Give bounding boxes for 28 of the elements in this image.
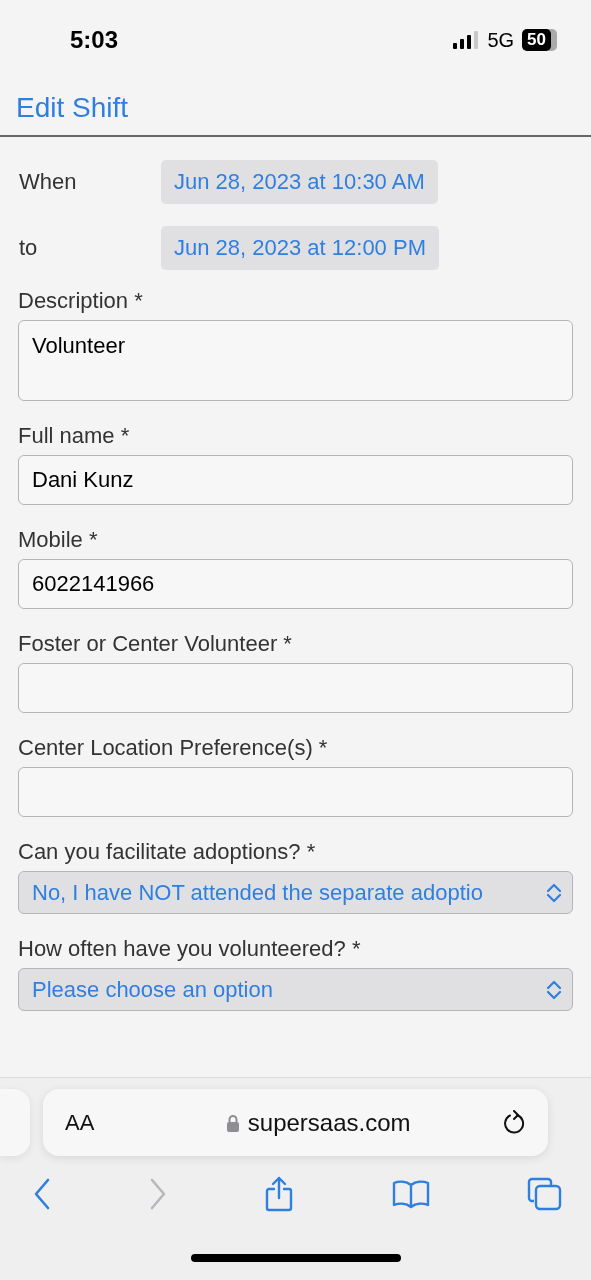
tabs-icon[interactable] [527, 1177, 563, 1211]
field-label: Center Location Preference(s) * [18, 735, 329, 761]
date-label: When [18, 169, 78, 195]
book-icon[interactable] [391, 1179, 430, 1209]
page-title: Edit Shift [16, 91, 129, 124]
url-text: supersaas.com [247, 1108, 411, 1137]
reload-icon[interactable] [502, 1109, 526, 1136]
field-label: Full name * [18, 423, 131, 449]
text-area[interactable]: Volunteer [18, 320, 573, 401]
lock-icon [225, 1113, 240, 1132]
chevron-icon [546, 979, 562, 1000]
input-field[interactable]: Dani Kunz [18, 455, 573, 505]
field-label: Foster or Center Volunteer * [18, 631, 293, 657]
field-label: Mobile * [18, 527, 99, 553]
input-field[interactable] [18, 767, 573, 817]
chevron-icon [546, 882, 562, 903]
back-icon[interactable] [33, 1178, 51, 1210]
field-label: How often have you volunteered? * [18, 936, 362, 962]
signal-icon [453, 31, 480, 49]
field-label: Description * [18, 288, 144, 314]
share-icon[interactable] [264, 1176, 294, 1212]
status-time: 5:03 [70, 26, 119, 54]
network-label: 5G [487, 28, 515, 52]
field-label: Can you facilitate adoptions? * [18, 839, 317, 865]
input-field[interactable] [18, 663, 573, 713]
date-label: to [18, 235, 39, 261]
address-bar[interactable]: AA supersaas.com [43, 1089, 548, 1156]
input-field[interactable]: 6022141966 [18, 559, 573, 609]
